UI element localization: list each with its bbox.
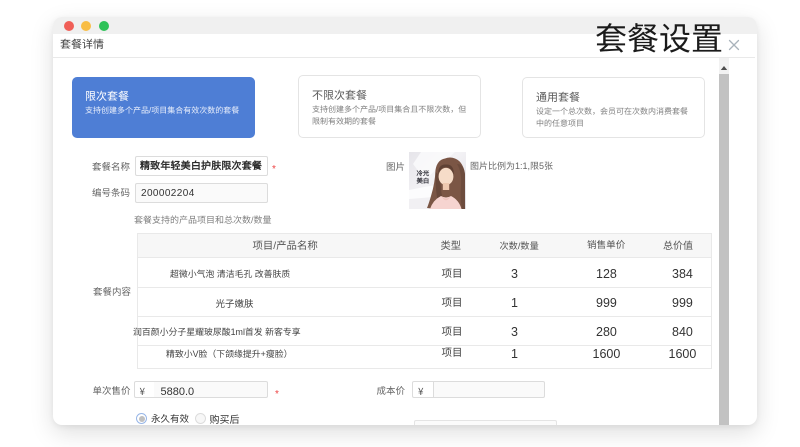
svg-text:美白: 美白	[416, 176, 430, 185]
